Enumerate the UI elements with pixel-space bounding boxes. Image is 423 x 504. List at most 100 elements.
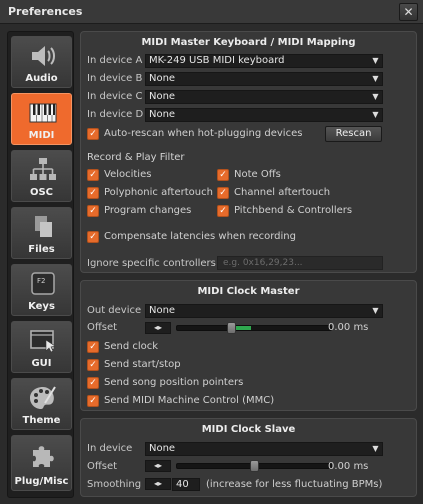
- smoothing-stepper[interactable]: ◂▸: [145, 478, 171, 490]
- sidebar-item-keys[interactable]: F2 Keys: [11, 264, 72, 316]
- in-device-label: In device: [87, 443, 133, 454]
- sidebar-item-label: GUI: [31, 358, 52, 369]
- sidebar-item-osc[interactable]: OSC: [11, 150, 72, 202]
- checkmark-icon: ✓: [87, 395, 99, 407]
- compensate-label: Compensate latencies when recording: [104, 231, 296, 242]
- smoothing-label: Smoothing: [87, 479, 142, 490]
- auto-rescan-label: Auto-rescan when hot-plugging devices: [104, 128, 303, 139]
- filter-label: Channel aftertouch: [234, 187, 331, 198]
- offset-slider[interactable]: [176, 322, 332, 334]
- sidebar-item-label: Theme: [22, 415, 61, 426]
- filter-label: Velocities: [104, 169, 152, 180]
- offset-label: Offset: [87, 461, 118, 472]
- filter-label: Program changes: [104, 205, 192, 216]
- rescan-button[interactable]: Rescan: [325, 126, 382, 142]
- slider-handle[interactable]: [250, 460, 259, 472]
- clock-master-panel: MIDI Clock Master Out device None ▼ Offse…: [80, 280, 417, 411]
- checkmark-icon: ✓: [217, 187, 229, 199]
- device-d-label: In device D: [87, 109, 144, 120]
- filter-label: Pitchbend & Controllers: [234, 205, 353, 216]
- device-d-value: None: [149, 109, 176, 120]
- option-label: Send clock: [104, 341, 159, 352]
- offset-slider[interactable]: [176, 460, 332, 472]
- filter-label: Polyphonic aftertouch: [104, 187, 213, 198]
- device-c-select[interactable]: None ▼: [145, 90, 383, 104]
- checkmark-icon: ✓: [87, 205, 99, 217]
- key-glyph: F2: [37, 277, 45, 285]
- checkmark-icon: ✓: [87, 341, 99, 353]
- offset-stepper[interactable]: ◂▸: [145, 460, 171, 472]
- window-cursor-icon: [30, 330, 56, 353]
- checkmark-icon: ✓: [87, 169, 99, 181]
- offset-label: Offset: [87, 322, 118, 333]
- out-device-value: None: [149, 305, 176, 316]
- clock-slave-panel: MIDI Clock Slave In device None ▼ Offset …: [80, 418, 417, 497]
- panel-title: MIDI Clock Master: [197, 286, 300, 297]
- offset-value: 0.00 ms: [328, 461, 369, 472]
- speaker-icon: [32, 46, 55, 66]
- option-label: Send start/stop: [104, 359, 181, 370]
- sidebar-item-midi[interactable]: MIDI: [11, 93, 72, 145]
- close-button[interactable]: ✕: [399, 3, 418, 21]
- offset-slider-fill: [235, 326, 251, 330]
- offset-value: 0.00 ms: [328, 322, 369, 333]
- keyboard-key-icon: F2: [31, 272, 55, 295]
- sidebar-item-label: OSC: [29, 187, 54, 198]
- out-device-select[interactable]: None ▼: [145, 304, 383, 318]
- checkmark-icon: ✓: [217, 205, 229, 217]
- sidebar-item-label: MIDI: [28, 130, 55, 141]
- sidebar-item-label: Audio: [25, 73, 58, 84]
- checkmark-icon: ✓: [87, 359, 99, 371]
- in-device-value: None: [149, 443, 176, 454]
- device-a-value: MK-249 USB MIDI keyboard: [149, 55, 285, 66]
- ignore-controllers-input[interactable]: e.g. 0x16,29,23...: [217, 256, 383, 270]
- chevron-down-icon: ▼: [369, 91, 382, 103]
- sidebar-item-files[interactable]: Files: [11, 207, 72, 259]
- piano-keys-icon: [29, 103, 57, 123]
- ignore-controllers-label: Ignore specific controllers: [87, 258, 216, 269]
- out-device-label: Out device: [87, 305, 142, 316]
- checkmark-icon: ✓: [87, 128, 99, 140]
- panel-title: MIDI Clock Slave: [201, 424, 296, 435]
- midi-mapping-panel: MIDI Master Keyboard / MIDI Mapping In d…: [80, 31, 417, 273]
- offset-stepper[interactable]: ◂▸: [145, 322, 171, 334]
- network-icon: [30, 158, 56, 180]
- sidebar-item-label: Files: [28, 244, 55, 255]
- filter-section-title: Record & Play Filter: [87, 152, 185, 163]
- checkmark-icon: ✓: [87, 377, 99, 389]
- chevron-down-icon: ▼: [369, 109, 382, 121]
- palette-icon: [30, 386, 56, 409]
- window-title: Preferences: [8, 5, 83, 18]
- sidebar-item-audio[interactable]: Audio: [11, 36, 72, 88]
- sidebar-item-label: Keys: [28, 301, 55, 312]
- device-b-label: In device B: [87, 73, 143, 84]
- smoothing-input[interactable]: 40: [172, 478, 200, 491]
- checkmark-icon: ✓: [87, 231, 99, 243]
- preferences-sidebar: Audio MIDI OSC Files F2 Keys GUI Theme P…: [7, 31, 74, 498]
- option-label: Send song position pointers: [104, 377, 244, 388]
- sidebar-item-gui[interactable]: GUI: [11, 321, 72, 373]
- device-a-select[interactable]: MK-249 USB MIDI keyboard ▼: [145, 54, 383, 68]
- smoothing-hint: (increase for less fluctuating BPMs): [206, 479, 383, 490]
- checkmark-icon: ✓: [87, 187, 99, 199]
- chevron-down-icon: ▼: [369, 73, 382, 85]
- chevron-down-icon: ▼: [369, 55, 382, 67]
- device-a-label: In device A: [87, 55, 143, 66]
- checkmark-icon: ✓: [217, 169, 229, 181]
- device-d-select[interactable]: None ▼: [145, 108, 383, 122]
- title-bar: Preferences ✕: [0, 0, 423, 24]
- option-label: Send MIDI Machine Control (MMC): [104, 395, 275, 406]
- slider-handle[interactable]: [227, 322, 236, 334]
- in-device-select[interactable]: None ▼: [145, 442, 383, 456]
- puzzle-icon: [33, 446, 54, 467]
- chevron-down-icon: ▼: [369, 305, 382, 317]
- device-c-label: In device C: [87, 91, 143, 102]
- device-b-value: None: [149, 73, 176, 84]
- device-b-select[interactable]: None ▼: [145, 72, 383, 86]
- sidebar-item-plug-misc[interactable]: Plug/Misc: [11, 435, 72, 491]
- panel-title: MIDI Master Keyboard / MIDI Mapping: [141, 37, 356, 48]
- sidebar-item-theme[interactable]: Theme: [11, 378, 72, 430]
- sidebar-item-label: Plug/Misc: [14, 476, 69, 487]
- filter-label: Note Offs: [234, 169, 281, 180]
- chevron-down-icon: ▼: [369, 443, 382, 455]
